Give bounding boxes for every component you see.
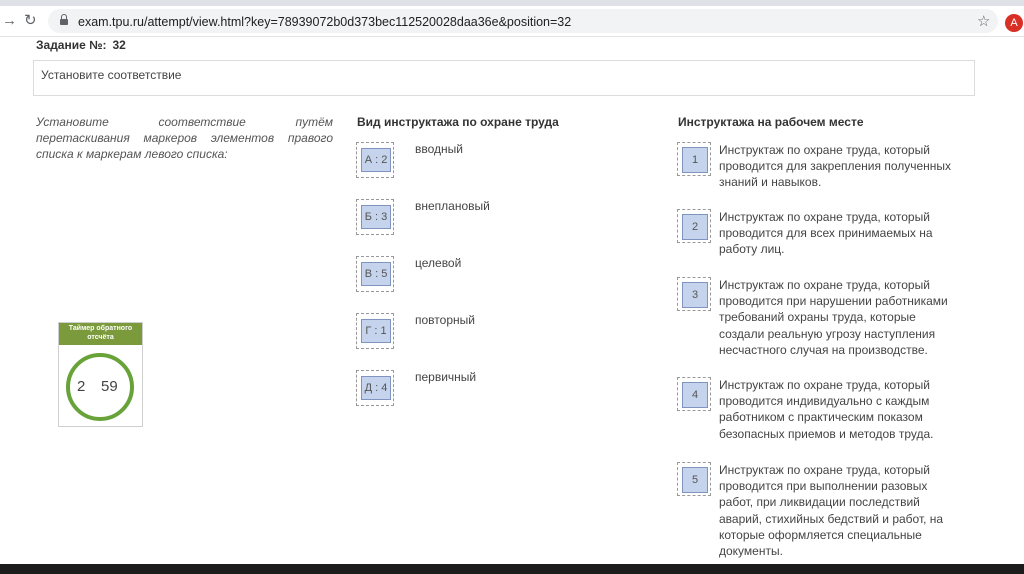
os-taskbar (0, 564, 1024, 574)
reload-icon[interactable]: ↻ (24, 12, 37, 30)
drag-handle[interactable]: 1 (677, 142, 711, 176)
drag-handle[interactable]: 4 (677, 377, 711, 411)
left-item-label: целевой (415, 256, 462, 270)
left-item-label: первичный (415, 370, 477, 384)
left-item-label: внеплановый (415, 199, 490, 213)
match-marker[interactable]: Б : 3 (361, 205, 391, 229)
match-marker[interactable]: Д : 4 (361, 376, 391, 400)
right-column-header: Инструктажа на рабочем месте (678, 115, 864, 129)
timer-title: Таймер обратного отсчёта (59, 323, 142, 345)
forward-arrow-icon[interactable]: → (2, 12, 17, 30)
left-list-item: Б : 3 внеплановый (356, 199, 656, 239)
left-list-item: В : 5 целевой (356, 256, 656, 296)
task-number: 32 (112, 38, 126, 52)
url-text[interactable]: exam.tpu.ru/attempt/view.html?key=789390… (78, 15, 571, 29)
drop-target[interactable]: Б : 3 (356, 199, 394, 235)
match-marker[interactable]: Г : 1 (361, 319, 391, 343)
left-list-item: А : 2 вводный (356, 142, 656, 182)
answer-marker[interactable]: 3 (682, 282, 708, 308)
instruction-text: Установите соответствие путём перетаскив… (36, 115, 333, 161)
drop-target[interactable]: Г : 1 (356, 313, 394, 349)
timer-minutes: 2 (77, 378, 86, 395)
answer-marker[interactable]: 5 (682, 467, 708, 493)
drop-target[interactable]: В : 5 (356, 256, 394, 292)
task-heading: Задание №: 32 (36, 38, 126, 52)
browser-toolbar: → ↻ exam.tpu.ru/attempt/view.html?key=78… (0, 6, 1024, 37)
question-prompt: Установите соответствие (41, 68, 182, 82)
left-list-item: Д : 4 первичный (356, 370, 656, 410)
question-prompt-box: Установите соответствие (33, 60, 975, 96)
countdown-timer: Таймер обратного отсчёта 2 59 (58, 322, 143, 427)
drag-handle[interactable]: 2 (677, 209, 711, 243)
left-item-label: вводный (415, 142, 463, 156)
drag-handle[interactable]: 5 (677, 462, 711, 496)
answer-marker[interactable]: 2 (682, 214, 708, 240)
left-item-label: повторный (415, 313, 475, 327)
task-label: Задание №: (36, 38, 107, 52)
right-item-text: Инструктаж по охране труда, который пров… (719, 143, 952, 190)
drop-target[interactable]: А : 2 (356, 142, 394, 178)
right-item-text: Инструктаж по охране труда, который пров… (719, 210, 933, 257)
drag-handle[interactable]: 3 (677, 277, 711, 311)
right-item-text: Инструктаж по охране труда, который пров… (719, 463, 944, 559)
match-marker[interactable]: В : 5 (361, 262, 391, 286)
left-column-header: Вид инструктажа по охране труда (357, 115, 559, 129)
right-item-text: Инструктаж по охране труда, который пров… (719, 278, 948, 357)
answer-marker[interactable]: 1 (682, 147, 708, 173)
bookmark-star-icon[interactable]: ☆ (977, 12, 990, 30)
right-item-text: Инструктаж по охране труда, который пров… (719, 378, 934, 441)
profile-avatar[interactable]: A (1005, 14, 1023, 32)
match-marker[interactable]: А : 2 (361, 148, 391, 172)
timer-seconds: 59 (101, 378, 118, 395)
lock-icon[interactable] (60, 14, 68, 25)
answer-marker[interactable]: 4 (682, 382, 708, 408)
drop-target[interactable]: Д : 4 (356, 370, 394, 406)
left-list-item: Г : 1 повторный (356, 313, 656, 353)
